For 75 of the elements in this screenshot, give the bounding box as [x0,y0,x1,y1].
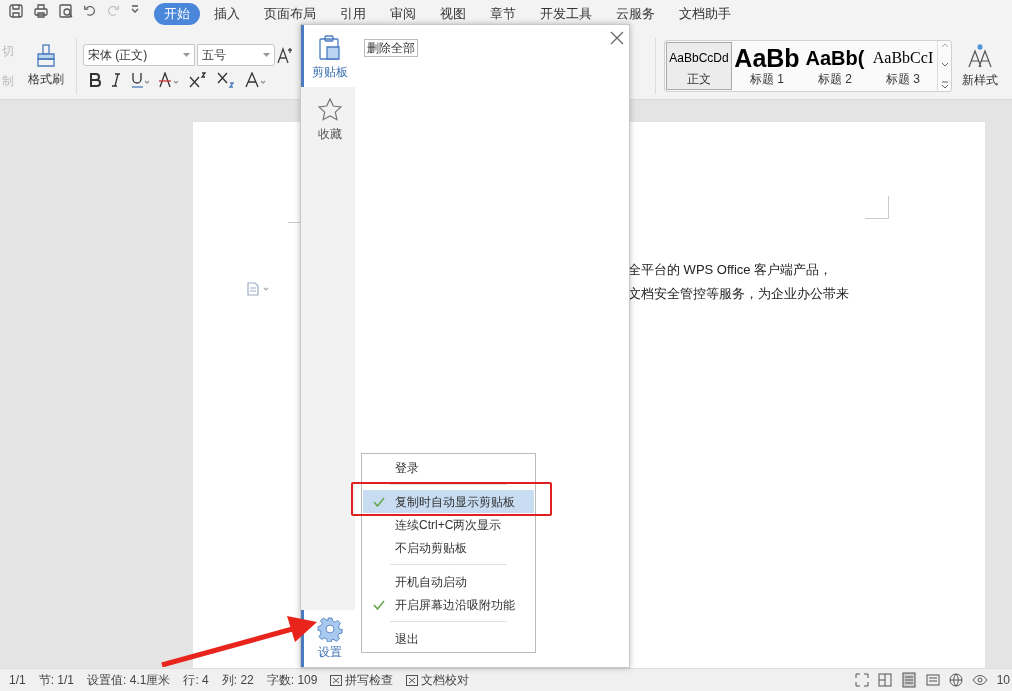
clipboard-icon [316,35,343,61]
style-preview: AaBb( [805,45,865,71]
ribbon-tab[interactable]: 引用 [330,3,376,25]
font-size-field[interactable]: 五号 [197,43,275,66]
layout-icon[interactable] [877,673,892,687]
subscript-icon[interactable] [217,71,235,88]
settings-icon [316,616,343,642]
ribbon-tab[interactable]: 开发工具 [530,3,602,25]
paintbrush-icon [35,43,57,68]
bold-icon[interactable] [89,72,101,87]
ribbon-tab[interactable]: 审阅 [380,3,426,25]
new-style-button[interactable]: 新样式 [962,42,998,89]
delete-all-button[interactable]: 删除全部 [364,39,418,57]
style-preset[interactable]: AaBbCcI 标题 3 [870,41,936,90]
new-style-icon [967,42,993,69]
scroll-down-icon[interactable] [940,60,949,69]
preview-icon[interactable] [58,3,74,19]
save-icon[interactable] [8,3,24,19]
print-icon[interactable] [33,3,49,19]
style-preset[interactable]: AaBb 标题 1 [734,41,800,90]
undo-icon[interactable] [83,3,97,17]
menu-item[interactable]: 连续Ctrl+C两次显示 [363,513,534,536]
format-painter-button[interactable]: 格式刷 [22,43,70,88]
status-toggle[interactable]: 文档校对 [406,671,470,689]
status-text: 设置值: 4.1厘米 [87,672,171,689]
caret-icon [183,52,190,57]
redo-icon [106,3,120,17]
style-label: 标题 1 [750,70,784,87]
italic-icon[interactable] [111,72,121,87]
settings-button[interactable]: 设置 [301,610,355,667]
dropdown-icon[interactable] [129,3,141,15]
close-icon[interactable] [610,31,624,45]
style-preview: AaBbCcDd [669,49,729,67]
menu-item[interactable]: 复制时自动显示剪贴板 [363,490,534,513]
status-text: 节: 1/1 [38,672,75,689]
ribbon-tab[interactable]: 页面布局 [254,3,326,25]
underline-icon[interactable] [131,71,149,88]
status-text: 行: 4 [183,672,209,689]
text-effect-icon[interactable] [245,71,267,88]
style-label: 标题 2 [818,70,852,87]
panel-tab[interactable]: 收藏 [301,87,355,149]
panel-tab[interactable]: 剪贴板 [301,25,355,87]
caret-icon [263,52,270,57]
style-preview: AaBb [735,44,799,71]
style-label: 标题 3 [886,70,920,87]
ribbon-tab[interactable]: 插入 [204,3,250,25]
ribbon-tab[interactable]: 云服务 [606,3,665,25]
menu-item[interactable]: 退出 [363,627,534,650]
style-preview: AaBbCcI [872,47,934,68]
menu-item[interactable]: 不启动剪贴板 [363,536,534,559]
font-name-field[interactable]: 宋体 (正文) [83,43,195,66]
status-toggle[interactable]: 拼写检查 [330,671,394,689]
style-preset[interactable]: AaBb( 标题 2 [802,41,868,90]
style-preset[interactable]: AaBbCcDd 正文 [666,41,732,90]
globe-icon[interactable] [948,673,963,687]
menu-item[interactable]: 登录 [363,456,534,479]
status-text: 1/1 [9,672,26,689]
strikethrough-icon[interactable] [159,71,179,88]
box-cross-icon [330,674,343,686]
ribbon-tab[interactable]: 章节 [480,3,526,25]
ribbon-tab[interactable]: 文档助手 [669,3,741,25]
menu-item[interactable]: 开启屏幕边沿吸附功能 [363,593,534,616]
menu-item[interactable]: 开机自动启动 [363,570,534,593]
style-label: 正文 [687,70,711,87]
superscript-icon[interactable] [189,71,207,88]
ribbon-tab[interactable]: 视图 [430,3,476,25]
status-text: 列: 22 [221,672,254,689]
expand-icon[interactable] [940,80,949,91]
ribbon-tab[interactable]: 开始 [154,3,200,25]
box-cross-icon [406,674,419,686]
page-view-icon[interactable] [900,672,917,688]
star-icon [316,97,343,123]
zoom-level[interactable]: 10 [996,671,1010,689]
eye-icon[interactable] [971,673,988,687]
status-text: 字数: 109 [266,672,318,689]
